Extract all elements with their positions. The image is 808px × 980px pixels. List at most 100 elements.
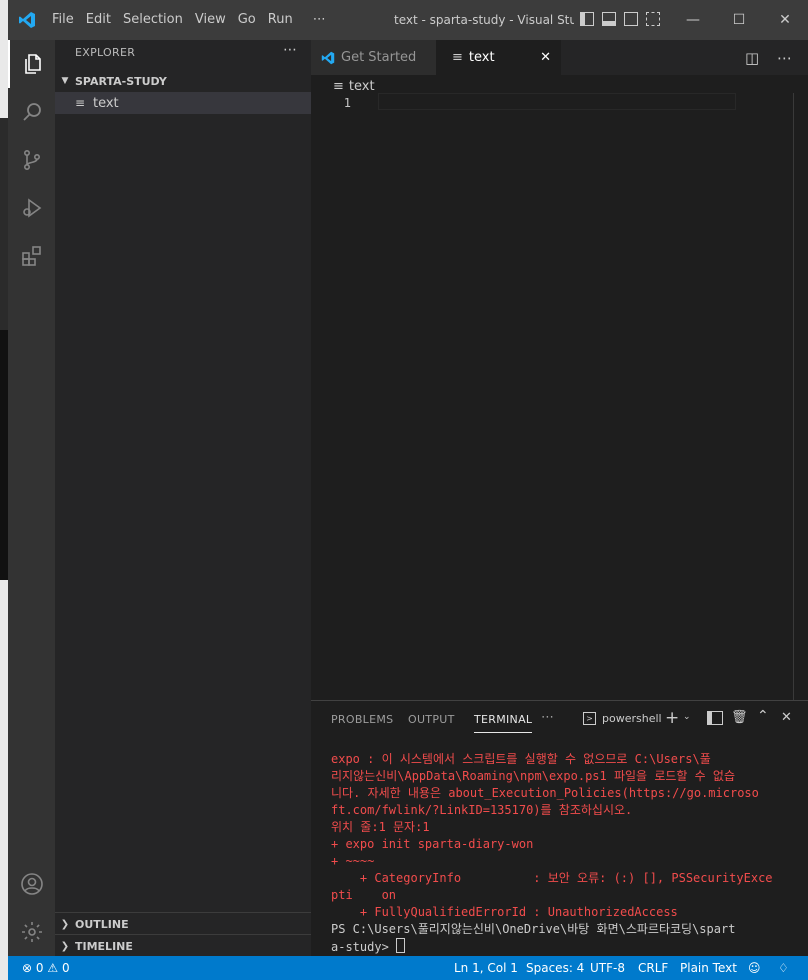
terminal-line: 리지않는신비\AppData\Roaming\npm\expo.ps1 파일을 …	[331, 769, 736, 783]
line-number: 1	[343, 96, 351, 110]
maximize-panel-icon[interactable]: ⌃	[757, 708, 769, 724]
tab-get-started[interactable]: Get Started	[311, 40, 436, 75]
timeline-label: TIMELINE	[75, 939, 133, 953]
menu-selection[interactable]: Selection	[117, 0, 189, 40]
background-window-edge-2	[0, 330, 8, 580]
toggle-panel-icon[interactable]	[602, 12, 616, 26]
trash-icon[interactable]: 🗑	[731, 710, 748, 725]
cursor-position[interactable]: Ln 1, Col 1	[454, 956, 518, 980]
breadcrumb-file[interactable]: text	[349, 79, 375, 94]
explorer-sidebar: EXPLORER ⋯ ▼ SPARTA-STUDY ≡ text ❯ OUTLI…	[55, 40, 311, 956]
error-count: 0	[35, 961, 44, 975]
vscode-window: File Edit Selection View Go Run ⋯ text -…	[8, 0, 808, 980]
timeline-section[interactable]: ❯ TIMELINE	[55, 934, 311, 957]
minimize-icon[interactable]: —	[670, 0, 716, 40]
current-line-highlight[interactable]	[378, 93, 736, 110]
run-debug-icon[interactable]	[8, 184, 55, 232]
terminal-prompt-line: a-study>	[331, 938, 781, 956]
editor-more-actions-icon[interactable]: ⋯	[777, 40, 792, 75]
account-icon[interactable]	[8, 860, 55, 908]
split-editor-icon[interactable]: ◫	[745, 40, 759, 75]
indentation[interactable]: Spaces: 4	[526, 956, 584, 980]
file-label: text	[93, 95, 119, 111]
terminal-line: expo : 이 시스템에서 스크립트를 실행할 수 없으므로 C:\Users…	[331, 752, 711, 766]
tab-problems[interactable]: PROBLEMS	[331, 713, 393, 726]
shell-label[interactable]: powershell	[602, 712, 662, 725]
window-controls: — ☐ ✕	[670, 0, 808, 40]
folder-label: SPARTA-STUDY	[75, 74, 167, 88]
menu-more[interactable]: ⋯	[299, 0, 332, 40]
folder-sparta-study[interactable]: ▼ SPARTA-STUDY	[55, 70, 311, 92]
terminal-line: + ~~~~	[331, 854, 375, 868]
outline-section[interactable]: ❯ OUTLINE	[55, 912, 311, 935]
vscode-logo-icon	[8, 0, 46, 40]
close-panel-icon[interactable]: ✕	[781, 710, 792, 725]
toggle-sidebar-icon[interactable]	[580, 12, 594, 26]
menu-view[interactable]: View	[189, 0, 232, 40]
editor-scrollbar[interactable]	[793, 93, 794, 703]
terminal-output[interactable]: expo : 이 시스템에서 스크립트를 실행할 수 없으므로 C:\Users…	[331, 751, 781, 956]
feedback-icon[interactable]: ☺	[748, 956, 761, 980]
outline-label: OUTLINE	[75, 917, 129, 931]
tab-text[interactable]: ≡ text ✕	[436, 40, 561, 75]
terminal-panel: PROBLEMS OUTPUT TERMINAL ⋯ > powershell …	[311, 700, 808, 957]
layout-controls	[580, 12, 660, 26]
terminal-line: + CategoryInfo : 보안 오류: (:) [], PSSecuri…	[331, 871, 773, 885]
window-title: text - sparta-study - Visual Studi...	[394, 13, 574, 27]
title-bar: File Edit Selection View Go Run ⋯ text -…	[8, 0, 808, 40]
menu-file[interactable]: File	[46, 0, 80, 40]
chevron-right-icon: ❯	[60, 918, 70, 930]
error-icon: ⊗	[22, 961, 33, 975]
menu-edit[interactable]: Edit	[80, 0, 117, 40]
close-tab-icon[interactable]: ✕	[540, 50, 551, 65]
search-icon[interactable]	[8, 88, 55, 136]
problems-status[interactable]: ⊗ 0 ⚠ 0	[22, 956, 70, 980]
terminal-line: + FullyQualifiedErrorId : UnauthorizedAc…	[331, 905, 678, 919]
chevron-down-icon: ▼	[61, 76, 69, 86]
menu-run[interactable]: Run	[262, 0, 299, 40]
file-item-text[interactable]: ≡ text	[55, 92, 311, 114]
menu-go[interactable]: Go	[232, 0, 262, 40]
terminal-line: 위치 줄:1 문자:1	[331, 820, 430, 834]
terminal-line: + expo init sparta-diary-won	[331, 837, 534, 851]
new-terminal-icon[interactable]: +	[665, 708, 679, 728]
extensions-icon[interactable]	[8, 232, 55, 280]
terminal-icon: >	[583, 712, 596, 725]
text-file-icon: ≡	[75, 96, 86, 110]
chevron-right-icon: ❯	[60, 940, 70, 952]
customize-layout-icon[interactable]	[646, 12, 660, 26]
activity-bar	[8, 40, 55, 956]
terminal-line: 니다. 자세한 내용은 about_Execution_Policies(htt…	[331, 786, 759, 800]
terminal-line: pti on	[331, 888, 397, 902]
status-bar: ⊗ 0 ⚠ 0 Ln 1, Col 1 Spaces: 4 UTF-8 CRLF…	[8, 956, 808, 980]
language-mode[interactable]: Plain Text	[680, 956, 737, 980]
close-window-icon[interactable]: ✕	[762, 0, 808, 40]
warning-icon: ⚠	[47, 961, 59, 975]
line-ending[interactable]: CRLF	[638, 956, 668, 980]
terminal-line: PS C:\Users\풀리지않는신비\OneDrive\바탕 화면\스파르타코…	[331, 922, 736, 936]
explorer-icon[interactable]	[8, 40, 55, 88]
tab-output[interactable]: OUTPUT	[408, 713, 455, 726]
chevron-down-icon[interactable]: ⌄	[683, 712, 691, 722]
split-terminal-icon[interactable]	[707, 711, 723, 725]
maximize-icon[interactable]: ☐	[716, 0, 762, 40]
background-window-edge	[0, 118, 8, 330]
menu-bar: File Edit Selection View Go Run ⋯	[46, 0, 332, 40]
sidebar-title: EXPLORER	[75, 46, 136, 59]
source-control-icon[interactable]	[8, 136, 55, 184]
encoding[interactable]: UTF-8	[590, 956, 625, 980]
editor-tabs: Get Started ≡ text ✕ ◫ ⋯	[311, 40, 808, 75]
terminal-line: ft.com/fwlink/?LinkID=135170)를 참조하십시오.	[331, 803, 633, 817]
toggle-secondary-sidebar-icon[interactable]	[624, 12, 638, 26]
tab-label: Get Started	[341, 50, 417, 65]
terminal-prompt: a-study>	[331, 940, 397, 954]
panel-more-button[interactable]: ⋯	[541, 710, 554, 725]
tab-label: text	[468, 50, 495, 65]
warning-count: 0	[61, 961, 70, 975]
notifications-bell-icon[interactable]: ♢	[778, 956, 789, 980]
tab-terminal[interactable]: TERMINAL	[474, 713, 533, 733]
settings-gear-icon[interactable]	[8, 908, 55, 956]
vscode-logo-icon	[321, 51, 335, 65]
text-file-icon: ≡	[333, 78, 344, 94]
sidebar-more-button[interactable]: ⋯	[283, 42, 297, 58]
